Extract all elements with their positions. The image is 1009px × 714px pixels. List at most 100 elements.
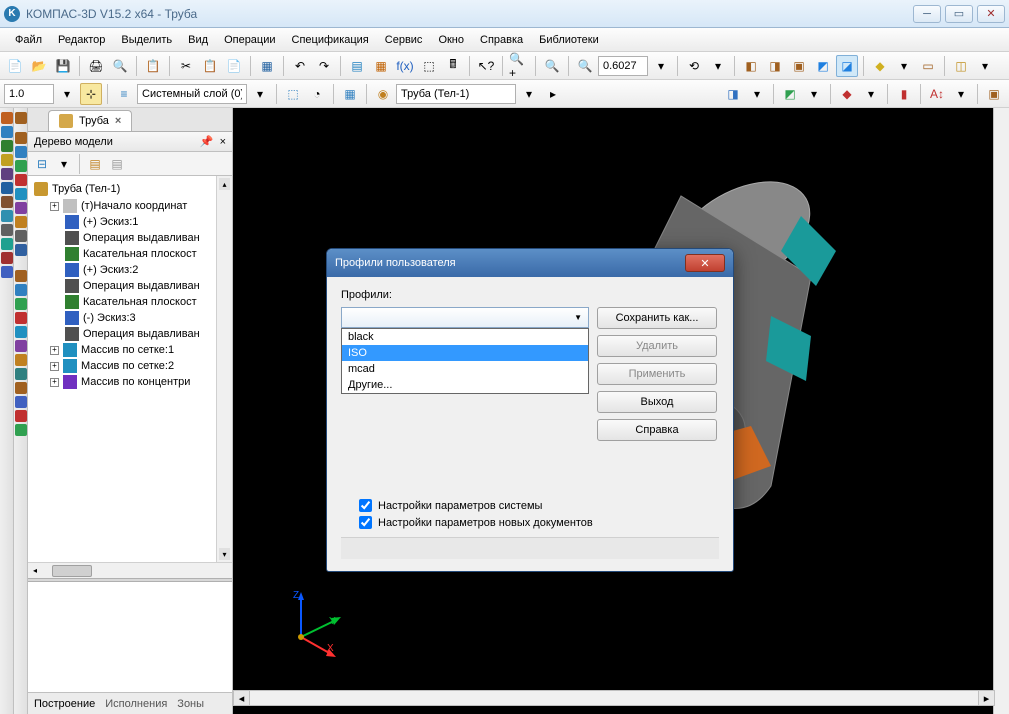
save-icon[interactable]: 💾 bbox=[52, 55, 74, 77]
tree-item[interactable]: (+) Эскиз:1 bbox=[30, 214, 230, 230]
tree-item[interactable]: Касательная плоскост bbox=[30, 246, 230, 262]
tree-item[interactable]: Касательная плоскост bbox=[30, 294, 230, 310]
part-go-icon[interactable]: ▸ bbox=[542, 83, 564, 105]
menu-help[interactable]: Справка bbox=[473, 31, 530, 49]
profiles-combo[interactable]: ▼ black ISO mcad Другие... bbox=[341, 307, 589, 328]
exit-button[interactable]: Выход bbox=[597, 391, 717, 413]
lt2-19[interactable] bbox=[15, 382, 27, 394]
combo-opt-mcad[interactable]: mcad bbox=[342, 361, 588, 377]
r2-icon4[interactable]: ▮ bbox=[893, 83, 915, 105]
fx-icon[interactable]: f(x) bbox=[394, 55, 416, 77]
cube4-icon[interactable]: ◩ bbox=[812, 55, 834, 77]
cube3-icon[interactable]: ▣ bbox=[788, 55, 810, 77]
lt2-17[interactable] bbox=[15, 354, 27, 366]
spec-icon[interactable]: ▤ bbox=[346, 55, 368, 77]
menu-view[interactable]: Вид bbox=[181, 31, 215, 49]
tree-tb-4[interactable]: ▤ bbox=[107, 154, 127, 174]
redo-icon[interactable]: ↷ bbox=[313, 55, 335, 77]
misc4-icon[interactable]: ◫ bbox=[950, 55, 972, 77]
misc5-icon[interactable]: ▾ bbox=[974, 55, 996, 77]
layer-dd-icon[interactable]: ▾ bbox=[249, 83, 271, 105]
lt1-1[interactable] bbox=[1, 112, 13, 124]
lt2-1[interactable] bbox=[15, 112, 27, 124]
dialog-close-button[interactable]: ✕ bbox=[685, 254, 725, 272]
bottom-hscroll[interactable]: ◂ ▸ bbox=[233, 690, 995, 706]
tree-root[interactable]: Труба (Тел-1) bbox=[30, 180, 230, 198]
part-input[interactable] bbox=[396, 84, 516, 104]
menu-file[interactable]: Файл bbox=[8, 31, 49, 49]
tree-item[interactable]: +Массив по сетке:1 bbox=[30, 342, 230, 358]
menu-operations[interactable]: Операции bbox=[217, 31, 282, 49]
maximize-button[interactable]: ▭ bbox=[945, 5, 973, 23]
undo-icon[interactable]: ↶ bbox=[289, 55, 311, 77]
doc-tab-close[interactable]: × bbox=[115, 115, 121, 127]
calc-icon[interactable]: 🖩 bbox=[442, 55, 464, 77]
combo-opt-iso[interactable]: ISO bbox=[342, 345, 588, 361]
lt2-20[interactable] bbox=[15, 396, 27, 408]
var-icon[interactable]: ▦ bbox=[370, 55, 392, 77]
misc3-icon[interactable]: ▭ bbox=[917, 55, 939, 77]
doc-icon[interactable]: 📋 bbox=[142, 55, 164, 77]
lt2-8[interactable] bbox=[15, 216, 27, 228]
tab-build[interactable]: Построение bbox=[34, 698, 95, 710]
width-input[interactable] bbox=[4, 84, 54, 104]
r2-dd5[interactable]: ▾ bbox=[950, 83, 972, 105]
lt2-4[interactable] bbox=[15, 160, 27, 172]
menu-select[interactable]: Выделить bbox=[114, 31, 179, 49]
tree-item[interactable]: Операция выдавливан bbox=[30, 278, 230, 294]
dialog-titlebar[interactable]: Профили пользователя ✕ bbox=[327, 249, 733, 277]
expand-icon[interactable]: + bbox=[50, 362, 59, 371]
save-as-button[interactable]: Сохранить как... bbox=[597, 307, 717, 329]
cursor-icon[interactable]: ↖? bbox=[475, 55, 497, 77]
r2-icon1[interactable]: ◨ bbox=[722, 83, 744, 105]
lt2-9[interactable] bbox=[15, 230, 27, 242]
cube5-icon[interactable]: ◪ bbox=[836, 55, 858, 77]
check-doc-input[interactable] bbox=[359, 516, 372, 529]
lt2-21[interactable] bbox=[15, 410, 27, 422]
t2-icon1[interactable]: ⬚ bbox=[282, 83, 304, 105]
lt2-2[interactable] bbox=[15, 132, 27, 144]
pin-icon[interactable]: 📌 bbox=[200, 135, 214, 148]
cut-icon[interactable]: ✂ bbox=[175, 55, 197, 77]
doc-tab[interactable]: Труба × bbox=[48, 110, 132, 131]
expand-icon[interactable]: + bbox=[50, 346, 59, 355]
tree-item[interactable]: +Массив по сетке:2 bbox=[30, 358, 230, 374]
lt1-7[interactable] bbox=[1, 196, 13, 208]
check-system-input[interactable] bbox=[359, 499, 372, 512]
help-button[interactable]: Справка bbox=[597, 419, 717, 441]
ortho-icon[interactable]: ⊹ bbox=[80, 83, 102, 105]
tree-vscroll[interactable]: ▴ ▾ bbox=[216, 176, 232, 562]
layer-input[interactable] bbox=[137, 84, 247, 104]
check-doc-settings[interactable]: Настройки параметров новых документов bbox=[359, 516, 719, 529]
menu-service[interactable]: Сервис bbox=[378, 31, 430, 49]
zoom-window-icon[interactable]: 🔍 bbox=[574, 55, 596, 77]
lt1-9[interactable] bbox=[1, 224, 13, 236]
tree-item[interactable]: (+) Эскиз:2 bbox=[30, 262, 230, 278]
copy-icon[interactable]: 📋 bbox=[199, 55, 221, 77]
lt1-6[interactable] bbox=[1, 182, 13, 194]
cube2-icon[interactable]: ◨ bbox=[764, 55, 786, 77]
orient-icon[interactable]: ▾ bbox=[707, 55, 729, 77]
t2-icon2[interactable]: ◔ bbox=[306, 83, 328, 105]
close-button[interactable]: ✕ bbox=[977, 5, 1005, 23]
zoom-input[interactable] bbox=[598, 56, 648, 76]
r2-dd1[interactable]: ▾ bbox=[746, 83, 768, 105]
expand-icon[interactable]: + bbox=[50, 202, 59, 211]
hatch-icon[interactable]: ⬚ bbox=[418, 55, 440, 77]
combo-selected[interactable]: ▼ bbox=[341, 307, 589, 328]
tab-zones[interactable]: Зоны bbox=[177, 698, 204, 710]
panel-close-icon[interactable]: × bbox=[220, 136, 226, 148]
zoom-fit-icon[interactable]: 🔍 bbox=[541, 55, 563, 77]
zoom-dd-icon[interactable]: ▾ bbox=[650, 55, 672, 77]
menu-spec[interactable]: Спецификация bbox=[285, 31, 376, 49]
apply-button[interactable]: Применить bbox=[597, 363, 717, 385]
menu-window[interactable]: Окно bbox=[431, 31, 471, 49]
lt1-5[interactable] bbox=[1, 168, 13, 180]
lt2-18[interactable] bbox=[15, 368, 27, 380]
tree-item[interactable]: Операция выдавливан bbox=[30, 230, 230, 246]
cube1-icon[interactable]: ◧ bbox=[740, 55, 762, 77]
t2-icon3[interactable]: ▦ bbox=[339, 83, 361, 105]
print-icon[interactable]: 🖨 bbox=[85, 55, 107, 77]
tree-item[interactable]: Операция выдавливан bbox=[30, 326, 230, 342]
tree-tb-3[interactable]: ▤ bbox=[85, 154, 105, 174]
